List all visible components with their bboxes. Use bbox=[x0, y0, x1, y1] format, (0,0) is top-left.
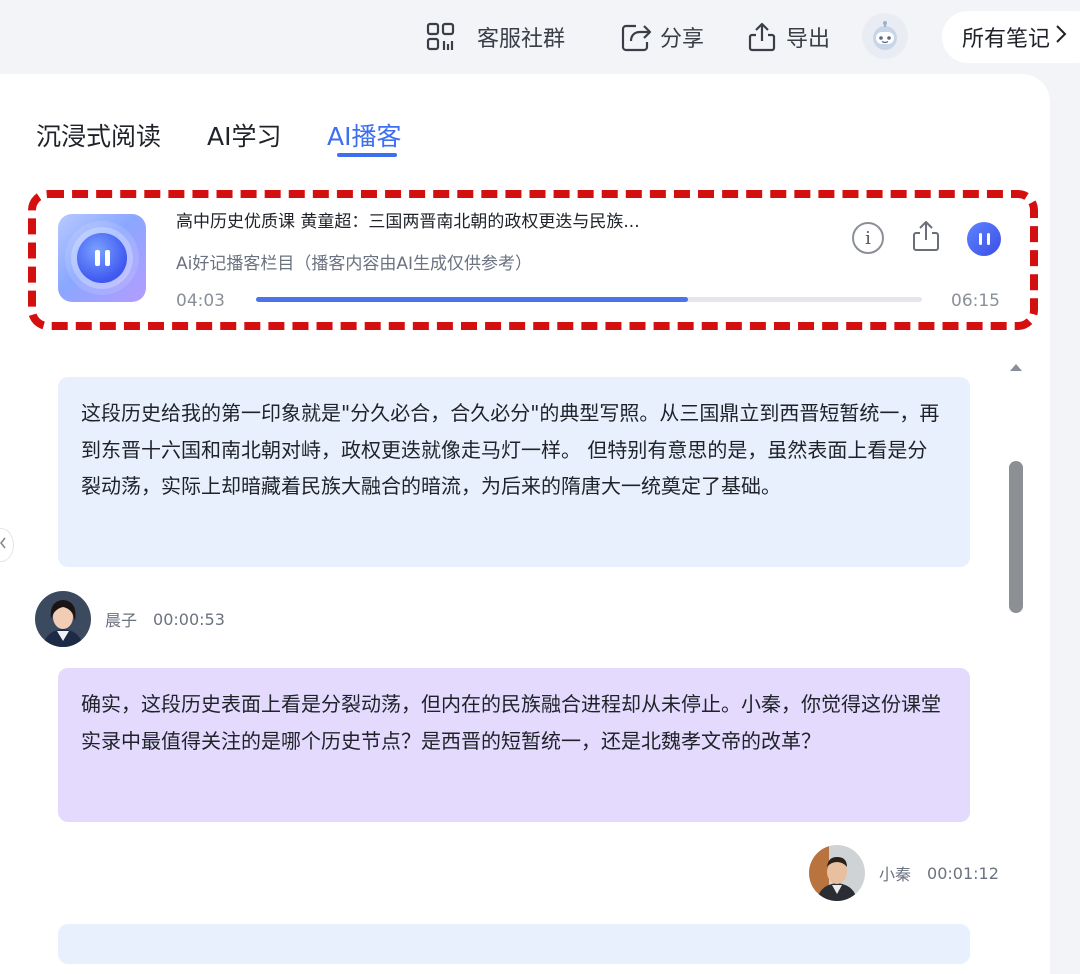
upload-icon bbox=[909, 219, 943, 257]
pause-button[interactable] bbox=[967, 222, 1001, 256]
tab-immersive-reading[interactable]: 沉浸式阅读 bbox=[36, 117, 161, 153]
export-label: 导出 bbox=[786, 27, 831, 52]
pause-icon bbox=[978, 233, 990, 245]
progress-fill bbox=[256, 297, 688, 302]
all-notes-button[interactable]: 所有笔记 bbox=[942, 11, 1080, 63]
share-label: 分享 bbox=[660, 27, 705, 52]
podcast-share-button[interactable] bbox=[908, 220, 944, 256]
grid-icon bbox=[425, 21, 457, 53]
tab-ai-podcast[interactable]: AI播客 bbox=[327, 117, 401, 153]
scrollbar-thumb[interactable] bbox=[1009, 461, 1023, 613]
export-button[interactable]: 导出 bbox=[746, 18, 830, 56]
avatar bbox=[809, 845, 865, 901]
speaker-timestamp: 00:01:12 bbox=[927, 863, 999, 883]
current-time: 04:03 bbox=[176, 291, 225, 311]
chevron-right-icon bbox=[1054, 23, 1068, 51]
podcast-subtitle: Ai好记播客栏目（播客内容由AI生成仅供参考） bbox=[176, 254, 532, 274]
share-button[interactable]: 分享 bbox=[620, 18, 704, 56]
community-label: 客服社群 bbox=[477, 27, 566, 52]
scroll-up-arrow-icon[interactable] bbox=[1010, 364, 1022, 371]
customer-community-button[interactable]: 客服社群 bbox=[425, 18, 565, 56]
message-bubble: 确实，这段历史表面上看是分裂动荡，但内在的民族融合进程却从未停止。小秦，你觉得这… bbox=[58, 668, 970, 822]
share-icon bbox=[620, 21, 652, 53]
message-bubble-partial bbox=[58, 924, 970, 964]
tab-ai-learning[interactable]: AI学习 bbox=[207, 117, 281, 153]
podcast-title: 高中历史优质课 黄童超：三国两晋南北朝的政权更迭与民族... bbox=[176, 212, 640, 232]
progress-bar[interactable] bbox=[256, 297, 922, 302]
all-notes-label: 所有笔记 bbox=[962, 27, 1051, 52]
chevron-left-icon bbox=[0, 537, 7, 553]
speaker-xiaoqin: 小秦 00:01:12 bbox=[809, 845, 999, 901]
podcast-cover[interactable] bbox=[58, 214, 146, 302]
speaker-name: 小秦 bbox=[879, 865, 912, 884]
speaker-timestamp: 00:00:53 bbox=[153, 609, 225, 629]
speaker-chenzi: 晨子 00:00:53 bbox=[35, 591, 225, 647]
top-toolbar: 客服社群 分享 导出 所有笔记 bbox=[0, 0, 1080, 74]
export-icon bbox=[746, 21, 778, 53]
speaker-name: 晨子 bbox=[105, 611, 138, 630]
active-tab-indicator bbox=[337, 153, 397, 157]
info-icon: i bbox=[865, 227, 871, 249]
total-time: 06:15 bbox=[951, 291, 1000, 311]
avatar bbox=[35, 591, 91, 647]
robot-avatar-icon[interactable] bbox=[862, 13, 908, 59]
message-bubble: 这段历史给我的第一印象就是"分久必合，合久必分"的典型写照。从三国鼎立到西晋短暂… bbox=[58, 377, 970, 567]
cover-pause-icon bbox=[77, 233, 127, 283]
info-button[interactable]: i bbox=[852, 222, 884, 254]
